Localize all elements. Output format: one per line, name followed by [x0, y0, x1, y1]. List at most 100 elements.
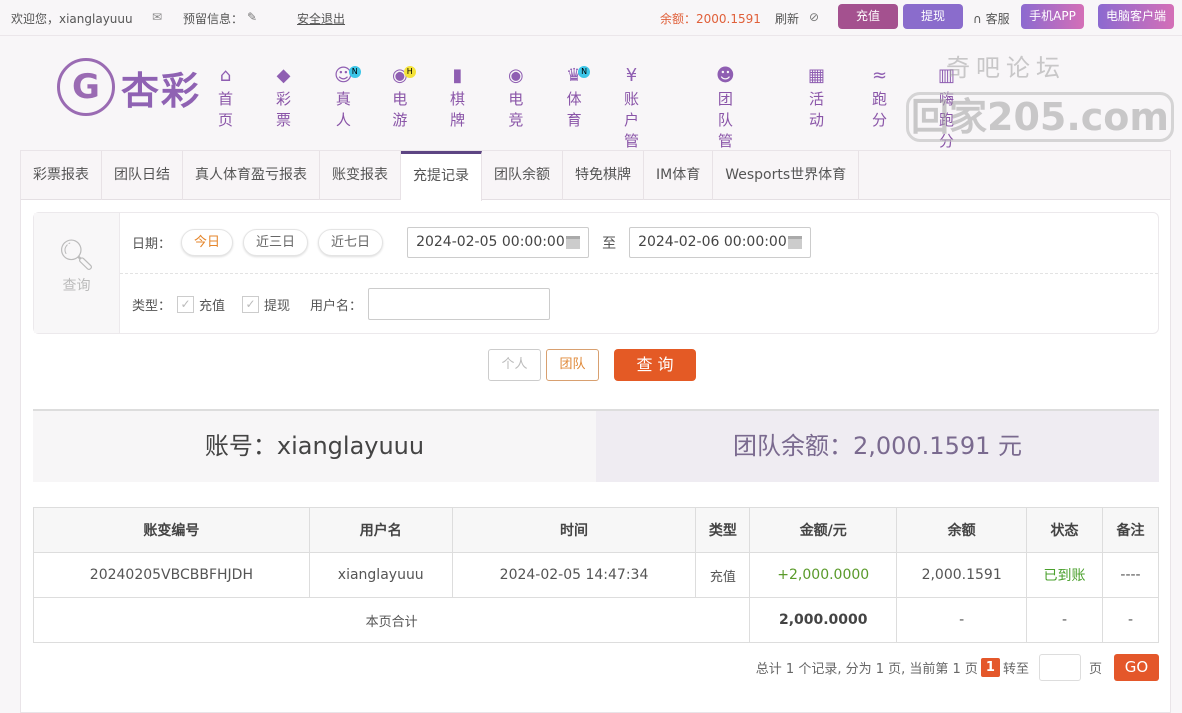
- nav-label: 跑分: [872, 90, 888, 129]
- report-panel: 彩票报表 团队日结 真人体育盈亏报表 账变报表 充提记录 团队余额 特免棋牌 IM体育 Wesp…: [20, 150, 1171, 713]
- withdraw-button[interactable]: 提现: [903, 4, 963, 29]
- tab[interactable]: 团队日结: [102, 151, 183, 200]
- last-7-days-button[interactable]: 近七日: [318, 229, 384, 256]
- calendar-icon[interactable]: [566, 236, 581, 249]
- team-balance-summary: 团队余额：2,000.1591 元: [596, 411, 1159, 482]
- team-button[interactable]: 团队: [546, 349, 599, 381]
- nav-item[interactable]: ▦ 活动: [808, 64, 825, 130]
- nav-item[interactable]: ▮ 棋牌: [450, 64, 465, 130]
- report-tabs: 彩票报表 团队日结 真人体育盈亏报表 账变报表 充提记录 团队余额 特免棋牌 IM体育 Wesp…: [21, 151, 1170, 201]
- today-button[interactable]: 今日: [181, 229, 234, 256]
- start-date-input[interactable]: 2024-02-05 00:00:00: [407, 227, 590, 258]
- edit-icon[interactable]: ✎: [247, 10, 257, 24]
- nav-label: 首页: [218, 90, 234, 129]
- tab[interactable]: 真人体育盈亏报表: [183, 151, 320, 200]
- tab[interactable]: 彩票报表: [21, 151, 102, 200]
- divider: [120, 273, 1158, 274]
- record-status: 已到账: [1026, 552, 1103, 598]
- mail-icon[interactable]: ✉: [152, 10, 162, 24]
- nav-item[interactable]: ◉ H 电游: [392, 64, 416, 130]
- pc-client-button[interactable]: 电脑客户端: [1098, 4, 1174, 29]
- withdraw-checkbox[interactable]: ✓: [242, 295, 260, 313]
- query-button[interactable]: 查 询: [614, 349, 696, 381]
- nav-item[interactable]: ☺ N 真人: [334, 64, 361, 130]
- go-button[interactable]: GO: [1114, 654, 1159, 681]
- col-header: 状态: [1026, 507, 1103, 553]
- nav-label: 彩票: [276, 90, 292, 129]
- cards-icon: ▮: [452, 65, 463, 86]
- record-balance: 2,000.1591: [896, 552, 1028, 598]
- col-header: 用户名: [308, 507, 453, 553]
- date-label: 日期：: [132, 237, 172, 252]
- record-note: ----: [1102, 552, 1159, 598]
- refresh-link[interactable]: 刷新: [775, 10, 799, 27]
- users-icon: ☻: [716, 65, 735, 86]
- ticket-icon: ◆: [276, 65, 291, 86]
- col-header: 账变编号: [33, 507, 310, 553]
- balance-text: 余额：2000.1591: [660, 12, 761, 26]
- yen-icon: ¥: [625, 65, 638, 86]
- tab[interactable]: 账变报表: [320, 151, 401, 200]
- nav-item[interactable]: ▥ 嗨跑分: [938, 64, 955, 151]
- nav-label: 电游: [392, 90, 408, 129]
- total-balance: -: [896, 597, 1028, 643]
- record-username: xianglayuuu: [308, 552, 453, 598]
- tab[interactable]: 充提记录: [401, 151, 482, 201]
- nav-item[interactable]: ≈ 跑分: [872, 64, 887, 130]
- username-input[interactable]: [368, 288, 551, 320]
- to-label: 至: [602, 235, 617, 252]
- tab[interactable]: 团队余额: [482, 151, 563, 200]
- type-label: 类型：: [132, 298, 172, 314]
- total-label: 本页合计: [32, 597, 751, 643]
- tab[interactable]: 特免棋牌: [563, 151, 644, 200]
- logo-emblem: G: [57, 58, 115, 116]
- logo-text: 杏彩: [121, 68, 202, 113]
- goto-page-input[interactable]: [1038, 654, 1081, 681]
- tab[interactable]: Wesports世界体育: [713, 151, 860, 200]
- total-status: -: [1026, 597, 1103, 643]
- last-3-days-button[interactable]: 近三日: [243, 229, 309, 256]
- logo[interactable]: G 杏彩: [57, 58, 201, 116]
- nav-item[interactable]: ♛ N 体育: [566, 64, 591, 130]
- col-header: 余额: [896, 507, 1028, 553]
- deposit-button[interactable]: 充值: [838, 4, 898, 29]
- end-date-input[interactable]: 2024-02-06 00:00:00: [629, 227, 812, 258]
- service-label: 客服: [985, 12, 1010, 26]
- service-link[interactable]: ∩ 客服: [973, 10, 1010, 27]
- nav-item[interactable]: ⌂ 首页: [218, 64, 233, 130]
- col-header: 备注: [1102, 507, 1159, 553]
- total-row: 本页合计 2,000.0000 - - -: [32, 597, 1159, 643]
- nav-item[interactable]: ◆ 彩票: [276, 64, 291, 130]
- end-date-value: 2024-02-06 00:00:00: [638, 234, 787, 250]
- nav-badge: N: [578, 66, 591, 78]
- mobile-app-button[interactable]: 手机APP: [1021, 4, 1084, 29]
- eye-hidden-icon[interactable]: ⊘: [809, 10, 819, 24]
- nav-label: 棋牌: [450, 90, 466, 129]
- account-summary: 账号：xianglayuuu: [33, 411, 596, 482]
- nav-item[interactable]: ◉ 电竞: [508, 64, 524, 130]
- search-icon: 🔍︎: [57, 238, 96, 273]
- headset-icon: ∩: [973, 12, 982, 26]
- reserved-info-label: 预留信息：: [183, 12, 244, 26]
- pagination: 总计 1 个记录, 分为 1 页, 当前第 1 页 1 转至 页 GO: [756, 654, 1159, 681]
- search-section: 🔍︎ 查询: [34, 213, 120, 333]
- start-date-value: 2024-02-05 00:00:00: [416, 234, 565, 250]
- summary-band: 账号：xianglayuuu 团队余额：2,000.1591 元: [33, 409, 1159, 482]
- nav-label: 电竞: [508, 90, 524, 129]
- home-icon: ⌂: [219, 65, 232, 86]
- records-table: 账变编号 用户名 时间 类型 金额/元 余额 状态 备注 20240205VBC…: [32, 507, 1159, 643]
- tab[interactable]: IM体育: [644, 151, 714, 200]
- record-type: 充值: [695, 552, 751, 598]
- calendar-icon[interactable]: [788, 236, 803, 249]
- col-header: 类型: [695, 507, 751, 553]
- record-amount: +2,000.0000: [749, 552, 898, 598]
- pager-summary: 总计 1 个记录, 分为 1 页, 当前第 1 页: [755, 662, 978, 677]
- table-row: 20240205VBCBBFHJDH xianglayuuu 2024-02-0…: [33, 552, 1159, 598]
- deposit-checkbox[interactable]: ✓: [177, 295, 195, 313]
- page-label: 页: [1088, 662, 1102, 677]
- total-note: -: [1102, 597, 1159, 643]
- logout-link[interactable]: 安全退出: [297, 10, 345, 27]
- personal-button[interactable]: 个人: [488, 349, 541, 381]
- table-header-row: 账变编号 用户名 时间 类型 金额/元 余额 状态 备注: [33, 507, 1159, 553]
- current-page[interactable]: 1: [980, 658, 1000, 677]
